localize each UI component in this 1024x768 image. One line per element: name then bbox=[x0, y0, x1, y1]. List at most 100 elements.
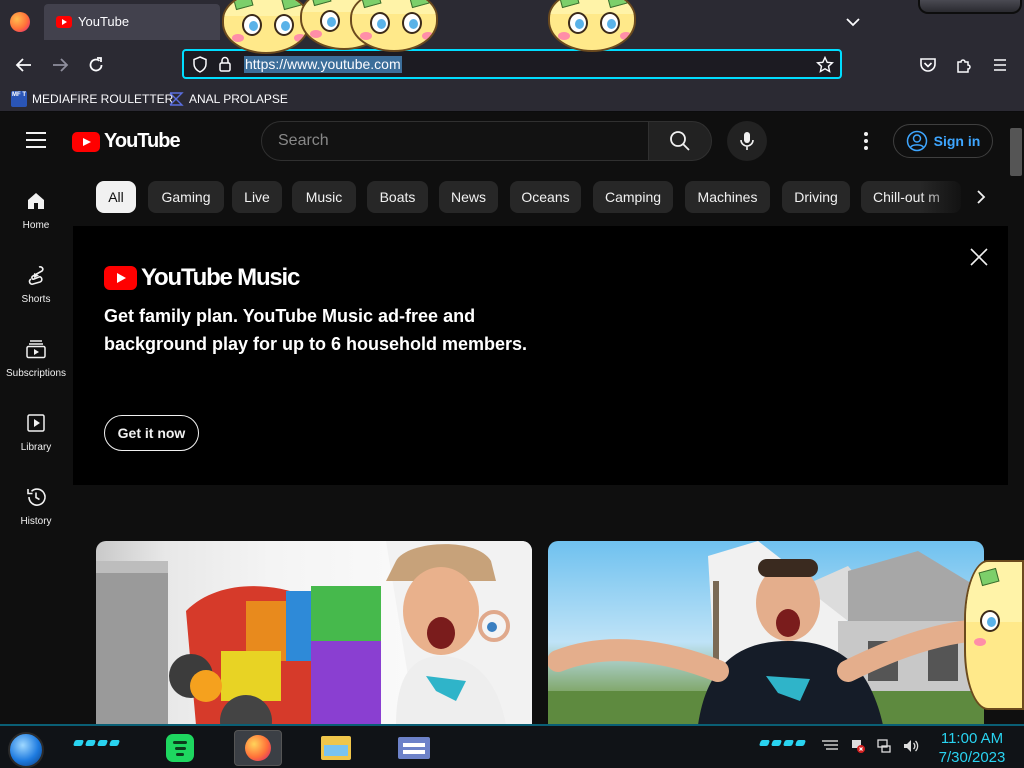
sign-in-button[interactable]: Sign in bbox=[893, 124, 993, 158]
url-text[interactable]: https://www.youtube.com bbox=[244, 56, 402, 73]
search-input[interactable] bbox=[278, 132, 618, 150]
sidebar-item-shorts[interactable]: Shorts bbox=[0, 264, 72, 305]
extensions-button[interactable] bbox=[950, 52, 978, 78]
tab-title: YouTube bbox=[78, 14, 130, 29]
lock-icon[interactable] bbox=[218, 56, 232, 73]
start-button[interactable] bbox=[8, 732, 44, 768]
chip-camping[interactable]: Camping bbox=[593, 181, 673, 213]
window-frame-decoration bbox=[918, 0, 1022, 14]
sidebar-label: Library bbox=[20, 442, 52, 453]
forward-arrow-icon bbox=[53, 58, 69, 72]
taskbar-app-firefox[interactable] bbox=[234, 730, 282, 766]
chip-news[interactable]: News bbox=[439, 181, 498, 213]
account-circle-icon bbox=[906, 130, 927, 152]
promo-headline: Get family plan. YouTube Music ad-free a… bbox=[104, 306, 528, 354]
video-thumbnail[interactable] bbox=[96, 541, 532, 725]
action-center-flag-icon[interactable] bbox=[850, 738, 866, 754]
scrollbar-thumb[interactable] bbox=[1010, 128, 1022, 176]
browser-titlebar: YouTube bbox=[0, 0, 1024, 44]
sidebar-label: Subscriptions bbox=[5, 368, 67, 379]
show-hidden-icons-icon[interactable] bbox=[820, 739, 840, 753]
chip-machines[interactable]: Machines bbox=[685, 181, 770, 213]
back-button[interactable] bbox=[10, 52, 38, 78]
sidebar-label: History bbox=[20, 516, 52, 527]
bookmark-label: MEDIAFIRE ROULETTER bbox=[32, 92, 174, 106]
taskbar-app-window[interactable] bbox=[390, 730, 438, 766]
sidebar-item-subscriptions[interactable]: Subscriptions bbox=[0, 338, 72, 379]
taskbar: 11:00 AM 7/30/2023 bbox=[0, 724, 1024, 768]
puzzle-extensions-icon bbox=[957, 59, 971, 73]
chip-live[interactable]: Live bbox=[232, 181, 282, 213]
get-it-now-button[interactable]: Get it now bbox=[104, 415, 199, 451]
youtube-music-logo: YouTube Music bbox=[104, 264, 300, 292]
clock-time: 11:00 AM bbox=[940, 730, 1004, 747]
tracking-protection-shield-icon[interactable] bbox=[192, 56, 208, 73]
taskbar-app-spotify[interactable] bbox=[156, 730, 204, 766]
address-bar[interactable]: https://www.youtube.com bbox=[182, 49, 842, 79]
list-all-tabs-chevron-icon[interactable] bbox=[842, 12, 864, 32]
spotify-icon bbox=[166, 734, 194, 762]
thumbnail-image-magnets bbox=[96, 541, 532, 725]
youtube-music-logo-text: YouTube Music bbox=[141, 264, 300, 291]
search-button[interactable] bbox=[648, 121, 712, 161]
settings-more-button[interactable] bbox=[856, 130, 876, 152]
guide-menu-icon[interactable] bbox=[26, 132, 46, 148]
sidebar-item-library[interactable]: Library bbox=[0, 412, 72, 453]
library-icon bbox=[27, 414, 45, 432]
chip-all[interactable]: All bbox=[96, 181, 136, 213]
file-explorer-icon bbox=[321, 736, 351, 760]
system-tray bbox=[820, 738, 920, 754]
app-icon bbox=[398, 737, 430, 759]
sidebar-item-history[interactable]: History bbox=[0, 486, 72, 527]
voice-search-button[interactable] bbox=[727, 121, 767, 161]
pocket-icon bbox=[920, 58, 936, 72]
browser-tab[interactable]: YouTube bbox=[44, 4, 220, 40]
browser-navbar: https://www.youtube.com bbox=[0, 44, 1024, 86]
history-icon bbox=[27, 488, 46, 506]
youtube-music-promo-banner: YouTube Music Get family plan. YouTube M… bbox=[73, 226, 1008, 485]
bookmark-favicon-icon bbox=[169, 92, 184, 106]
chips-next-chevron-icon[interactable] bbox=[970, 187, 990, 207]
home-icon bbox=[28, 193, 44, 209]
clock-date: 7/30/2023 bbox=[938, 749, 1006, 766]
close-icon[interactable] bbox=[968, 246, 990, 268]
sign-in-label: Sign in bbox=[933, 133, 981, 149]
youtube-logo[interactable]: YouTube bbox=[72, 130, 181, 153]
bookmark-mediafire-rouletter[interactable]: MF T MEDIAFIRE ROULETTER bbox=[11, 91, 173, 107]
chip-boats[interactable]: Boats bbox=[367, 181, 428, 213]
youtube-music-play-icon bbox=[104, 266, 137, 290]
volume-icon[interactable] bbox=[902, 738, 920, 754]
sidebar-label: Shorts bbox=[21, 294, 51, 305]
thumbnail-image-house bbox=[548, 541, 984, 725]
firefox-logo-icon[interactable] bbox=[10, 12, 30, 32]
youtube-header: YouTube Sign in bbox=[0, 112, 1008, 168]
network-icon[interactable] bbox=[876, 738, 892, 754]
mediafire-favicon-icon: MF T bbox=[11, 91, 27, 107]
youtube-favicon-icon bbox=[56, 16, 72, 28]
search-icon bbox=[670, 131, 690, 151]
back-arrow-icon bbox=[15, 58, 31, 72]
shorts-icon bbox=[28, 266, 44, 285]
sidebar-label: Home bbox=[22, 220, 50, 231]
hamburger-menu-icon bbox=[994, 59, 1006, 71]
bookmark-anal-prolapse[interactable]: ANAL PROLAPSE bbox=[168, 91, 288, 107]
reload-button[interactable] bbox=[82, 52, 110, 78]
chip-oceans[interactable]: Oceans bbox=[510, 181, 581, 213]
chip-gaming[interactable]: Gaming bbox=[148, 181, 224, 213]
character-sticker-decoration bbox=[964, 560, 1024, 710]
subscriptions-icon bbox=[26, 340, 46, 359]
bookmark-label: ANAL PROLAPSE bbox=[189, 92, 288, 106]
forward-button[interactable] bbox=[46, 52, 74, 78]
app-menu-button[interactable] bbox=[986, 52, 1014, 78]
search-box[interactable] bbox=[261, 121, 649, 161]
taskbar-app-file-explorer[interactable] bbox=[312, 730, 360, 766]
bookmarks-toolbar: MF T MEDIAFIRE ROULETTER ANAL PROLAPSE bbox=[0, 86, 1024, 112]
video-thumbnail[interactable] bbox=[548, 541, 984, 725]
chip-music[interactable]: Music bbox=[292, 181, 356, 213]
bookmark-star-icon[interactable] bbox=[816, 56, 834, 74]
pocket-button[interactable] bbox=[914, 52, 942, 78]
chip-driving[interactable]: Driving bbox=[782, 181, 850, 213]
youtube-play-logo-icon bbox=[72, 131, 100, 152]
sidebar-item-home[interactable]: Home bbox=[0, 190, 72, 231]
taskbar-clock[interactable]: 11:00 AM 7/30/2023 bbox=[930, 729, 1014, 767]
